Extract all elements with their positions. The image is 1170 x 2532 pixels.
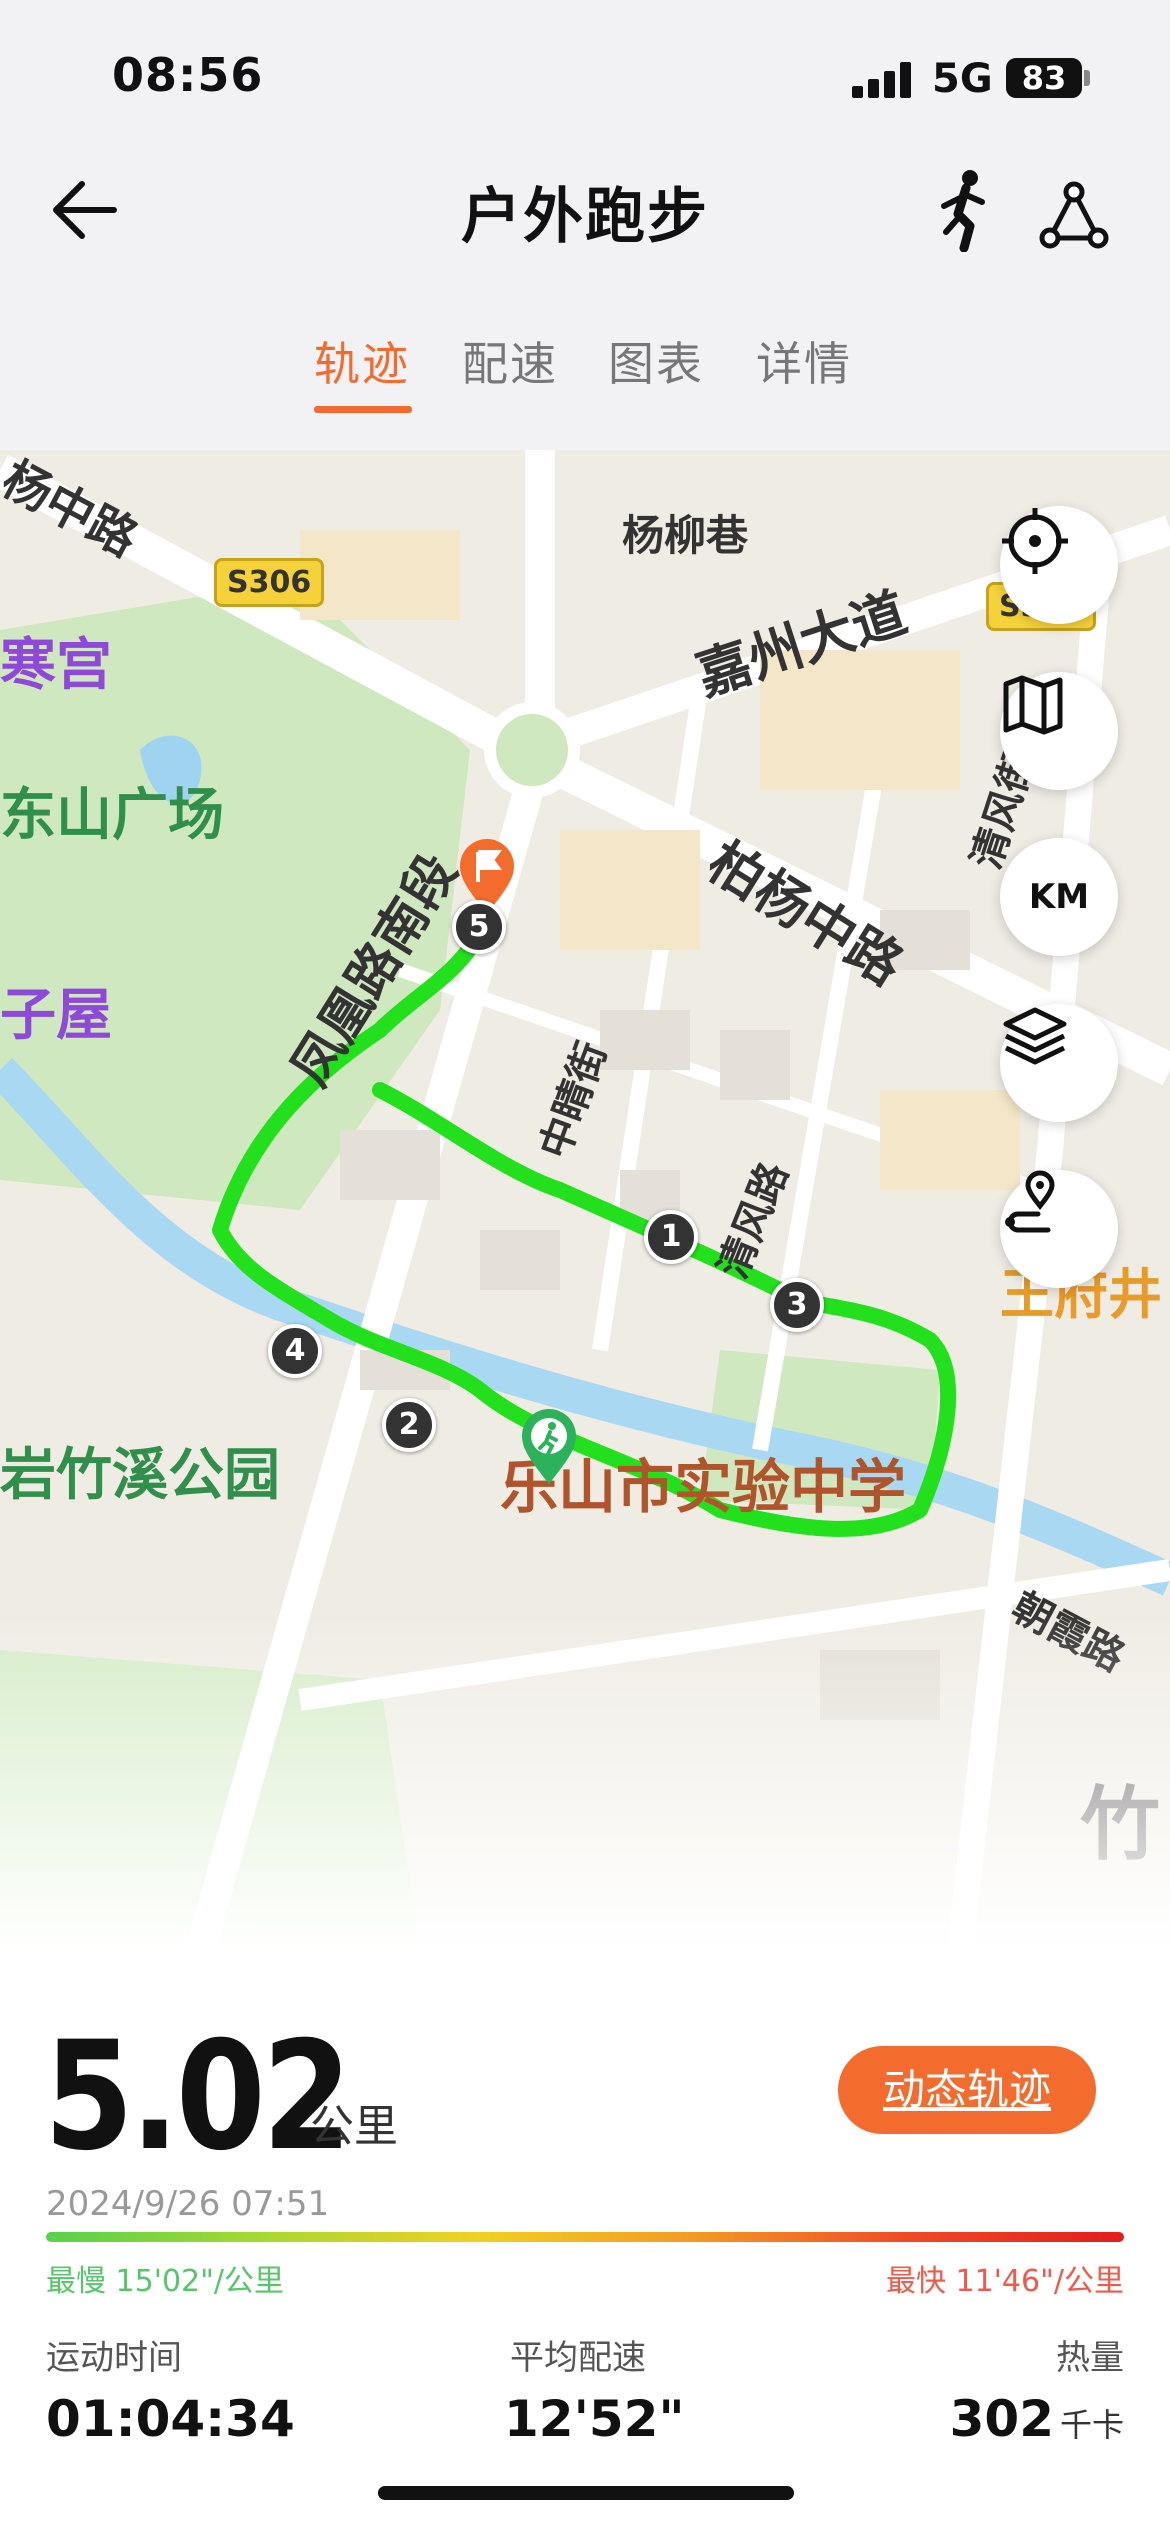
tab-details[interactable]: 详情 [756,328,852,394]
distance-value: 5.02 [44,2010,352,2184]
stat-value-calories: 302 千卡 [950,2390,1124,2448]
stat-value-calories-text: 302 [949,2390,1054,2448]
pace-gradient-bar [46,2232,1124,2242]
home-indicator[interactable] [378,2486,794,2500]
map-fade-overlay [0,1610,1170,1950]
tab-track[interactable]: 轨迹 [314,328,410,394]
status-bar: 08:56 5G 83 [0,0,1170,150]
dynamic-track-button[interactable]: 动态轨迹 [838,2046,1096,2134]
header: 户外跑步 轨迹 配速 图表 详情 [0,150,1170,450]
stat-value-avg-pace: 12'52" [504,2390,685,2448]
km-toggle-label: KM [1028,877,1090,917]
locate-button[interactable] [1000,506,1118,624]
map-label-ziwu: 子屋 [0,983,112,1048]
workout-datetime: 2024/9/26 07:51 [46,2184,330,2224]
route-pin-icon [1005,1170,1055,1233]
stat-label-calories: 热量 [1056,2338,1124,2378]
route-replay-button[interactable] [1000,1170,1118,1288]
layers-button[interactable] [1000,1004,1118,1122]
km-marker[interactable]: 3 [770,1278,824,1332]
crosshair-icon [1002,508,1068,574]
km-marker[interactable]: 2 [382,1398,436,1452]
stat-label-avg-pace: 平均配速 [510,2338,646,2378]
start-runner-icon [522,1409,576,1484]
fastest-pace: 最快 11'46"/公里 [885,2264,1124,2299]
stat-value-avg-pace-text: 12'52" [504,2390,685,2448]
distance-unit: 公里 [310,2101,398,2152]
battery-icon: 83 [1006,58,1082,98]
status-time: 08:56 [112,48,264,102]
route-icon [1039,181,1109,249]
tab-active-indicator [314,406,412,413]
map-label-zhuxi: 岩竹溪公园 [0,1443,280,1508]
km-marker[interactable]: 1 [644,1210,698,1264]
map-type-button[interactable] [1000,672,1118,790]
battery-nub [1084,70,1090,86]
network-type: 5G [932,56,993,102]
map-view[interactable]: 杨中路 杨柳巷 嘉州大道 寒宫 东山广场 柏杨中路 清风街 凤凰路南段 子屋 中… [0,450,1170,1950]
stat-value-duration-text: 01:04:34 [46,2390,295,2448]
road-badge-s306: S306 [214,558,325,607]
runner-icon [941,170,985,253]
tab-chart[interactable]: 图表 [608,328,704,394]
map-icon [1003,675,1063,735]
signal-icon [852,62,912,98]
stat-label-duration: 运动时间 [46,2338,182,2378]
tab-pace[interactable]: 配速 [462,328,558,394]
route-button[interactable] [1036,176,1112,252]
layers-icon [1003,1007,1067,1065]
km-marker[interactable]: 5 [452,900,506,954]
stat-unit-calories: 千卡 [1059,2406,1124,2444]
slowest-pace: 最慢 15'02"/公里 [46,2264,285,2299]
map-label-dongshan: 东山广场 [0,783,224,848]
map-label-yangliuxiang: 杨柳巷 [622,511,749,560]
tab-bar: 轨迹 配速 图表 详情 [0,328,1170,418]
runner-button[interactable] [930,168,1000,253]
km-marker[interactable]: 4 [268,1324,322,1378]
map-label-hangong: 寒宫 [0,633,112,698]
km-toggle-button[interactable]: KM [1000,838,1118,956]
stat-value-duration: 01:04:34 [46,2390,295,2448]
